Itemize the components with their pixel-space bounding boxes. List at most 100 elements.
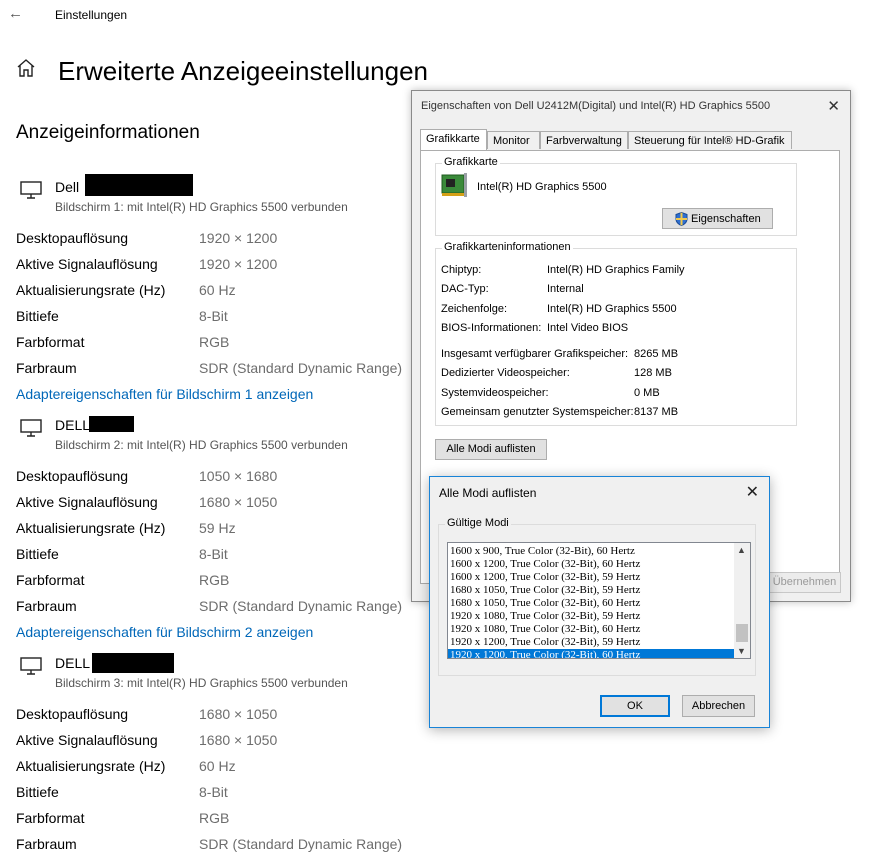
list-item[interactable]: 1920 x 1200, True Color (32-Bit), 59 Her… <box>448 636 750 649</box>
monitor-3-subtitle: Bildschirm 3: mit Intel(R) HD Graphics 5… <box>55 676 348 690</box>
memory-value-total: 8265 MB <box>634 348 679 360</box>
memory-value-dedicated: 128 MB <box>634 367 672 379</box>
memory-label-shared: Gemeinsam genutzter Systemspeicher: <box>441 406 634 418</box>
properties-button[interactable]: Eigenschaften <box>662 208 773 229</box>
monitor-1-desktop-resolution: 1920 × 1200 <box>199 230 278 246</box>
section-title: Anzeigeinformationen <box>16 122 200 143</box>
list-modes-dialog: Alle Modi auflisten ✕ Gültige Modi 1600 … <box>429 476 770 728</box>
list-item[interactable]: 1600 x 1200, True Color (32-Bit), 60 Her… <box>448 558 750 571</box>
monitor-icon <box>20 181 42 204</box>
home-icon[interactable] <box>16 58 36 83</box>
modes-listbox[interactable]: 1600 x 900, True Color (32-Bit), 60 Hert… <box>447 542 751 659</box>
label-signal-resolution: Aktive Signalauflösung <box>16 494 158 510</box>
label-desktop-resolution: Desktopauflösung <box>16 468 129 484</box>
label-color-space: Farbraum <box>16 836 77 852</box>
memory-label-dedicated: Dedizierter Videospeicher: <box>441 367 570 379</box>
modes-list: 1600 x 900, True Color (32-Bit), 60 Hert… <box>448 543 750 658</box>
monitor-icon <box>20 657 42 680</box>
label-desktop-resolution: Desktopauflösung <box>16 706 129 722</box>
page-title: Erweiterte Anzeigeeinstellungen <box>58 56 429 86</box>
memory-value-shared: 8137 MB <box>634 406 679 418</box>
monitor-2-subtitle: Bildschirm 2: mit Intel(R) HD Graphics 5… <box>55 438 348 452</box>
listbox-scrollbar[interactable]: ▲ ▼ <box>734 543 750 658</box>
memory-label-total: Insgesamt verfügbarer Grafikspeicher: <box>441 348 629 360</box>
monitor-3-name: DELL <box>55 655 91 671</box>
list-item[interactable]: 1600 x 900, True Color (32-Bit), 60 Hert… <box>448 545 750 558</box>
monitor-3-signal-resolution: 1680 × 1050 <box>199 732 278 748</box>
label-color-space: Farbraum <box>16 360 77 376</box>
list-item[interactable]: 1920 x 1080, True Color (32-Bit), 59 Her… <box>448 610 750 623</box>
close-icon[interactable]: ✕ <box>827 97 840 115</box>
monitor-1-color-format: RGB <box>199 334 230 350</box>
label-desktop-resolution: Desktopauflösung <box>16 230 129 246</box>
graphics-card-icon <box>440 172 470 203</box>
monitor-2-name: DELL <box>55 417 91 433</box>
list-item[interactable]: 1920 x 1200, True Color (32-Bit), 60 Her… <box>448 649 750 658</box>
monitor-1-color-space: SDR (Standard Dynamic Range) <box>199 360 403 376</box>
chevron-up-icon[interactable]: ▲ <box>737 545 746 555</box>
monitor-1-refresh-rate: 60 Hz <box>199 282 236 298</box>
adapter-name: Intel(R) HD Graphics 5500 <box>477 181 607 193</box>
label-signal-resolution: Aktive Signalauflösung <box>16 256 158 272</box>
label-color-space: Farbraum <box>16 598 77 614</box>
label-bit-depth: Bittiefe <box>16 546 59 562</box>
adapter-group: Grafikkarte Intel(R) HD Graphics 5500 Ei… <box>435 156 797 236</box>
tab-monitor[interactable]: Monitor <box>487 131 540 149</box>
monitor-icon <box>20 419 42 442</box>
info-label-bios: BIOS-Informationen: <box>441 322 542 334</box>
cancel-button[interactable]: Abbrechen <box>682 695 755 717</box>
tab-intel-control[interactable]: Steuerung für Intel® HD-Grafik <box>628 131 792 149</box>
apply-button[interactable]: Übernehmen <box>768 572 841 593</box>
list-all-modes-button[interactable]: Alle Modi auflisten <box>435 439 547 460</box>
close-icon[interactable]: ✕ <box>746 482 759 502</box>
label-signal-resolution: Aktive Signalauflösung <box>16 732 158 748</box>
label-refresh-rate: Aktualisierungsrate (Hz) <box>16 520 166 536</box>
label-bit-depth: Bittiefe <box>16 308 59 324</box>
monitor-2-color-format: RGB <box>199 572 230 588</box>
info-value-string: Intel(R) HD Graphics 5500 <box>547 303 677 315</box>
adapter-info-group: Grafikkarteninformationen Chiptyp: Intel… <box>435 241 797 426</box>
redaction-bar <box>85 174 193 196</box>
monitor-3-refresh-rate: 60 Hz <box>199 758 236 774</box>
monitor-3-color-format: RGB <box>199 810 230 826</box>
memory-value-system: 0 MB <box>634 387 660 399</box>
monitor-1-signal-resolution: 1920 × 1200 <box>199 256 278 272</box>
back-arrow-icon[interactable]: ← <box>8 5 23 22</box>
shield-icon <box>675 211 688 229</box>
info-label-dac: DAC-Typ: <box>441 283 489 295</box>
list-item[interactable]: 1600 x 1200, True Color (32-Bit), 59 Her… <box>448 571 750 584</box>
ok-button[interactable]: OK <box>600 695 670 717</box>
dialog-title: Eigenschaften von Dell U2412M(Digital) u… <box>421 100 771 112</box>
monitor-2-desktop-resolution: 1050 × 1680 <box>199 468 278 484</box>
scrollbar-thumb[interactable] <box>736 624 748 642</box>
monitor-2-signal-resolution: 1680 × 1050 <box>199 494 278 510</box>
tab-farbverwaltung[interactable]: Farbverwaltung <box>540 131 628 149</box>
adapter-info-group-label: Grafikkarteninformationen <box>442 241 573 253</box>
list-item[interactable]: 1680 x 1050, True Color (32-Bit), 60 Her… <box>448 597 750 610</box>
label-color-format: Farbformat <box>16 572 85 588</box>
valid-modes-group-label: Gültige Modi <box>445 517 511 529</box>
label-bit-depth: Bittiefe <box>16 784 59 800</box>
chevron-down-icon[interactable]: ▼ <box>737 646 746 656</box>
adapter-properties-link-1[interactable]: Adaptereigenschaften für Bildschirm 1 an… <box>16 386 313 402</box>
info-value-chiptype: Intel(R) HD Graphics Family <box>547 264 685 276</box>
monitor-1-bit-depth: 8-Bit <box>199 308 228 324</box>
list-item[interactable]: 1920 x 1080, True Color (32-Bit), 60 Her… <box>448 623 750 636</box>
properties-button-label: Eigenschaften <box>691 213 761 225</box>
modes-dialog-title: Alle Modi auflisten <box>439 486 537 500</box>
info-label-chiptype: Chiptyp: <box>441 264 482 276</box>
tab-grafikkarte[interactable]: Grafikkarte <box>420 129 487 150</box>
monitor-1-subtitle: Bildschirm 1: mit Intel(R) HD Graphics 5… <box>55 200 348 214</box>
monitor-1-name: Dell <box>55 179 80 195</box>
monitor-2-refresh-rate: 59 Hz <box>199 520 236 536</box>
info-value-bios: Intel Video BIOS <box>547 322 629 334</box>
monitor-2-color-space: SDR (Standard Dynamic Range) <box>199 598 403 614</box>
adapter-properties-link-2[interactable]: Adaptereigenschaften für Bildschirm 2 an… <box>16 624 313 640</box>
list-item[interactable]: 1680 x 1050, True Color (32-Bit), 59 Her… <box>448 584 750 597</box>
valid-modes-group: Gültige Modi 1600 x 900, True Color (32-… <box>438 517 756 676</box>
monitor-2-bit-depth: 8-Bit <box>199 546 228 562</box>
label-refresh-rate: Aktualisierungsrate (Hz) <box>16 282 166 298</box>
redaction-bar <box>92 653 174 673</box>
memory-label-system: Systemvideospeicher: <box>441 387 549 399</box>
redaction-bar <box>89 416 134 432</box>
